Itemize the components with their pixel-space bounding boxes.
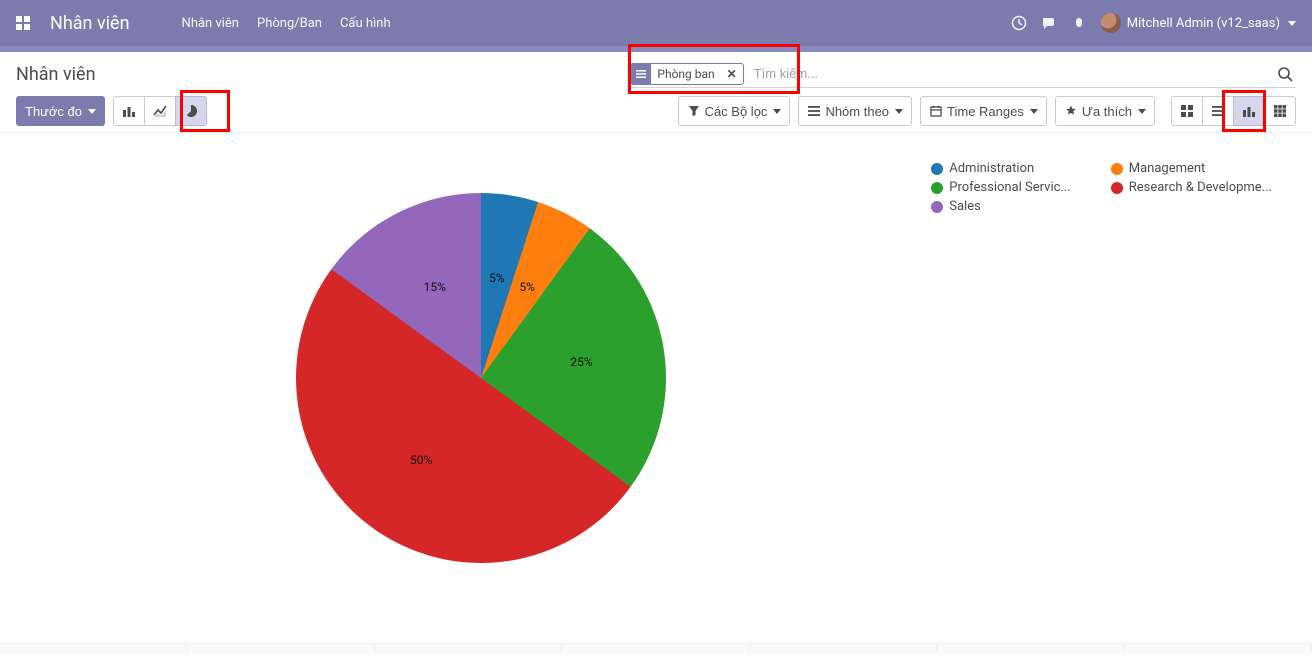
chevron-down-icon — [1030, 109, 1038, 114]
bar-chart-button[interactable] — [113, 96, 145, 126]
search-facet-label: Phòng ban — [651, 67, 720, 81]
filter-icon — [687, 104, 701, 118]
legend-item[interactable]: Sales — [931, 199, 1070, 214]
kanban-view-button[interactable] — [1171, 96, 1203, 126]
legend-swatch — [931, 182, 943, 194]
top-navbar: Nhân viên Nhân viên Phòng/Ban Cấu hình M… — [0, 0, 1312, 46]
nav-menu-item[interactable]: Phòng/Ban — [257, 16, 322, 31]
navbar-right: Mitchell Admin (v12_saas) — [1011, 13, 1296, 33]
nav-menu-item[interactable]: Cấu hình — [340, 16, 391, 31]
nav-menu-item[interactable]: Nhân viên — [182, 16, 239, 31]
avatar — [1101, 13, 1121, 33]
legend-item[interactable]: Professional Servic... — [931, 180, 1070, 195]
legend-item[interactable]: Administration — [931, 161, 1070, 176]
apps-menu-icon[interactable] — [0, 0, 46, 46]
pie-graphic[interactable] — [296, 193, 666, 563]
groupby-label: Nhóm theo — [825, 104, 889, 119]
breadcrumb[interactable]: Nhân viên — [16, 64, 96, 85]
chart-type-switcher — [113, 96, 207, 126]
user-label: Mitchell Admin (v12_saas) — [1127, 16, 1280, 31]
legend-item[interactable]: Management — [1111, 161, 1272, 176]
favorites-button[interactable]: Ưa thích — [1055, 96, 1155, 126]
search-options: Các Bộ lọc Nhóm theo Time Ranges Ưa thíc… — [678, 96, 1155, 126]
navbar-left: Nhân viên Nhân viên Phòng/Ban Cấu hình — [0, 0, 391, 46]
cp-row-bottom: Thước đo Các — [16, 96, 1296, 126]
filters-label: Các Bộ lọc — [705, 104, 768, 119]
legend-swatch — [1111, 163, 1123, 175]
legend-label: Administration — [949, 161, 1034, 176]
list-icon — [631, 64, 651, 84]
kanban-icon — [1180, 104, 1194, 118]
list-icon — [1211, 104, 1225, 118]
pie-chart-button[interactable] — [175, 96, 207, 126]
chevron-down-icon — [1288, 21, 1296, 26]
legend-label: Professional Servic... — [949, 180, 1070, 195]
bottom-ruler — [0, 643, 1312, 653]
view-switcher — [1171, 96, 1296, 126]
pie-slice-label: 15% — [424, 280, 446, 294]
pie-slice-label: 50% — [410, 453, 432, 467]
list-icon — [807, 104, 821, 118]
pie-chart: 5% 5% 25% 50% 15% — [296, 193, 666, 563]
calendar-icon — [929, 104, 943, 118]
legend-item[interactable]: Research & Developme... — [1111, 180, 1272, 195]
cp-row-top: Nhân viên Phòng ban ✕ — [16, 60, 1296, 88]
chevron-down-icon — [773, 109, 781, 114]
discuss-icon[interactable] — [1041, 15, 1057, 31]
search-facet-groupby: Phòng ban ✕ — [630, 63, 743, 85]
legend-label: Sales — [949, 199, 981, 214]
graph-view-button[interactable] — [1233, 96, 1265, 126]
pie-chart-icon — [184, 104, 198, 118]
graph-view: Administration Management Professional S… — [0, 133, 1312, 653]
user-menu[interactable]: Mitchell Admin (v12_saas) — [1101, 13, 1296, 33]
search-icon[interactable] — [1274, 66, 1296, 82]
search-input[interactable] — [750, 64, 1274, 83]
star-icon — [1064, 104, 1078, 118]
search-facet-remove[interactable]: ✕ — [721, 67, 743, 81]
legend-label: Management — [1129, 161, 1206, 176]
legend-swatch — [931, 201, 943, 213]
groupby-button[interactable]: Nhóm theo — [798, 96, 912, 126]
activity-icon[interactable] — [1011, 15, 1027, 31]
pie-slice-label: 5% — [489, 271, 505, 285]
pie-slice-label: 5% — [519, 280, 535, 294]
favorites-label: Ưa thích — [1082, 104, 1132, 119]
list-view-button[interactable] — [1202, 96, 1234, 126]
pie-slice-label: 25% — [570, 355, 592, 369]
pivot-view-button[interactable] — [1264, 96, 1296, 126]
measures-label: Thước đo — [25, 104, 82, 119]
timeranges-label: Time Ranges — [947, 104, 1024, 119]
chevron-down-icon — [895, 109, 903, 114]
chevron-down-icon — [88, 109, 96, 114]
chart-legend: Administration Management Professional S… — [931, 161, 1272, 214]
line-chart-button[interactable] — [144, 96, 176, 126]
bar-chart-icon — [1242, 104, 1256, 118]
app-title[interactable]: Nhân viên — [46, 0, 150, 46]
debug-icon[interactable] — [1071, 15, 1087, 31]
measures-button[interactable]: Thước đo — [16, 96, 105, 126]
legend-swatch — [1111, 182, 1123, 194]
timeranges-button[interactable]: Time Ranges — [920, 96, 1047, 126]
search-bar[interactable]: Phòng ban ✕ — [630, 60, 1296, 88]
nav-menu: Nhân viên Phòng/Ban Cấu hình — [182, 16, 391, 31]
line-chart-icon — [153, 104, 167, 118]
bar-chart-icon — [122, 104, 136, 118]
filters-button[interactable]: Các Bộ lọc — [678, 96, 791, 126]
legend-label: Research & Developme... — [1129, 180, 1272, 195]
legend-swatch — [931, 163, 943, 175]
grid-icon — [1273, 104, 1287, 118]
control-panel: Nhân viên Phòng ban ✕ Thước đo — [0, 52, 1312, 133]
chevron-down-icon — [1138, 109, 1146, 114]
